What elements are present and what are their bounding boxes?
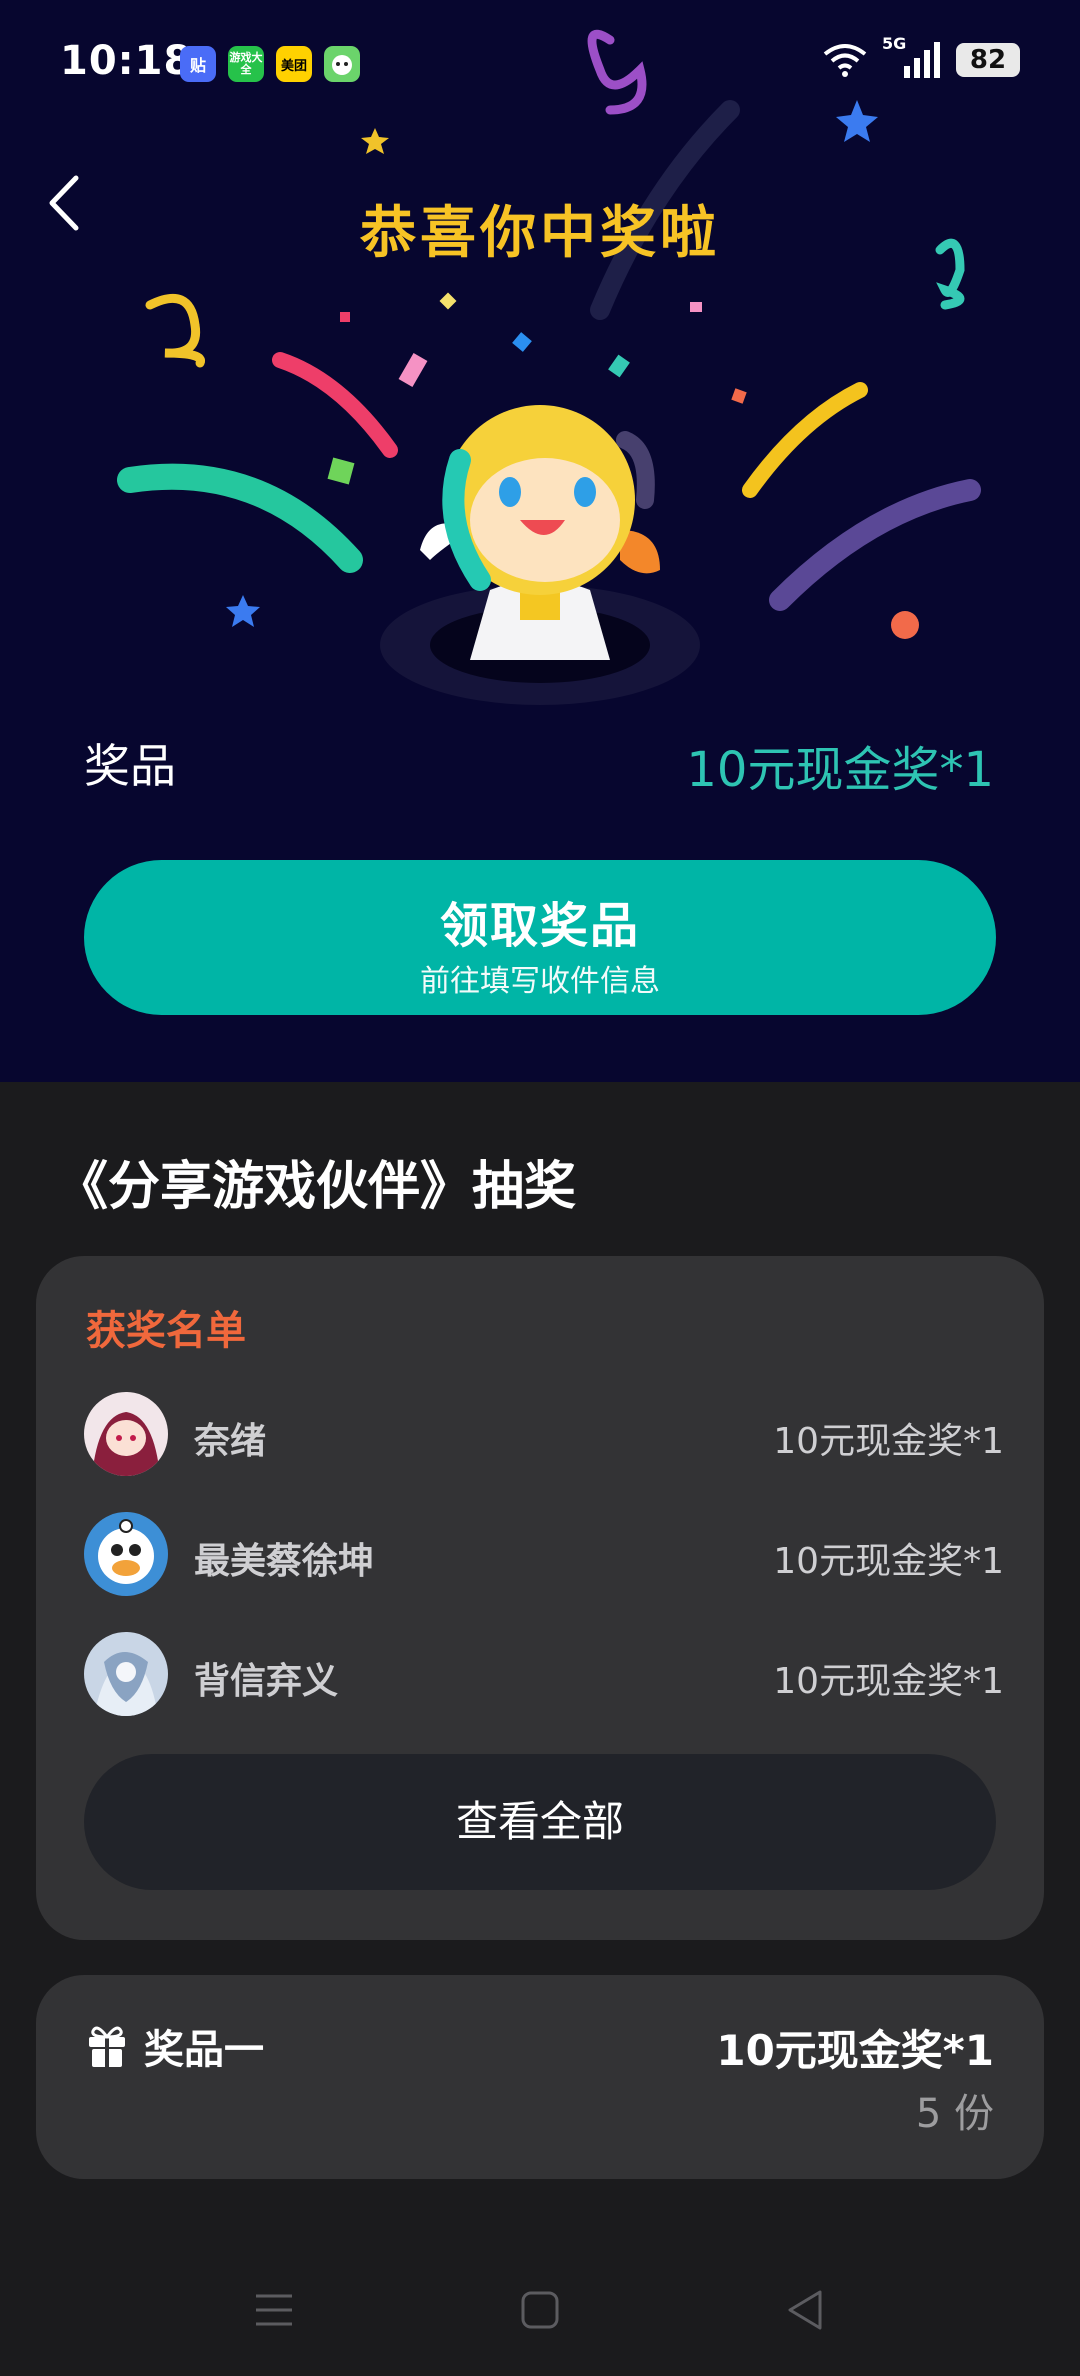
winner-name: 奈绪 [194,1421,267,1462]
status-right-cluster: 5G 82 [822,34,1020,80]
avatar [84,1392,168,1476]
winner-prize: 10元现金奖*1 [773,1661,1004,1702]
winner-row: 奈绪 10元现金奖*1 [84,1392,1004,1478]
menu-icon[interactable] [244,2280,304,2340]
hero-banner: 10:18 贴 游戏大全 美团 5G 82 恭喜你中奖啦 奖品 10元现金奖*1… [0,0,1080,1082]
winner-name: 最美蔡徐坤 [194,1541,375,1582]
game-center-app-icon: 游戏大全 [228,46,264,82]
status-bar: 10:18 贴 游戏大全 美团 5G 82 [0,0,1080,120]
claim-button-label: 领取奖品 [439,898,640,954]
prize-label: 奖品 [84,739,176,793]
winners-card: 获奖名单 奈绪 10元现金奖*1 最美蔡徐坤 10元现金奖*1 背信弃义 10元… [36,1256,1044,1940]
signal-icon [904,42,940,78]
winner-prize: 10元现金奖*1 [773,1541,1004,1582]
winner-row: 最美蔡徐坤 10元现金奖*1 [84,1512,1004,1598]
prize-value: 10元现金奖*1 [686,742,994,798]
winner-row: 背信弃义 10元现金奖*1 [84,1632,1004,1718]
battery-indicator: 82 [956,43,1020,77]
prize-item-value: 10元现金奖*1 [716,2026,994,2075]
avatar [84,1632,168,1716]
meituan-app-icon: 美团 [276,46,312,82]
view-all-button[interactable]: 查看全部 [84,1754,996,1890]
winners-heading: 获奖名单 [86,1308,246,1354]
tieba-app-icon: 贴 [180,46,216,82]
prize-item-count: 5 份 [915,2091,994,2137]
winner-prize: 10元现金奖*1 [773,1421,1004,1462]
winner-name: 背信弃义 [194,1661,339,1702]
home-icon[interactable] [510,2280,570,2340]
congrats-title: 恭喜你中奖啦 [360,201,720,266]
lottery-title: 《分享游戏伙伴》抽奖 [56,1157,577,1217]
prize-item-card: 奖品一 10元现金奖*1 5 份 [36,1975,1044,2179]
back-icon[interactable] [776,2280,836,2340]
avatar [84,1512,168,1596]
system-nav-bar [0,2270,1080,2350]
cellular-signal: 5G [882,34,942,80]
claim-prize-button[interactable]: 领取奖品 前往填写收件信息 [84,860,996,1015]
prize-item-name: 奖品一 [144,2027,264,2073]
gift-icon [89,2026,125,2067]
wifi-icon [823,44,867,77]
mascot-illustration [380,405,700,705]
claim-button-sublabel: 前往填写收件信息 [420,964,660,999]
notification-icons: 贴 游戏大全 美团 [180,46,360,82]
status-time: 10:18 [60,38,193,84]
avatar-app-icon [324,46,360,82]
